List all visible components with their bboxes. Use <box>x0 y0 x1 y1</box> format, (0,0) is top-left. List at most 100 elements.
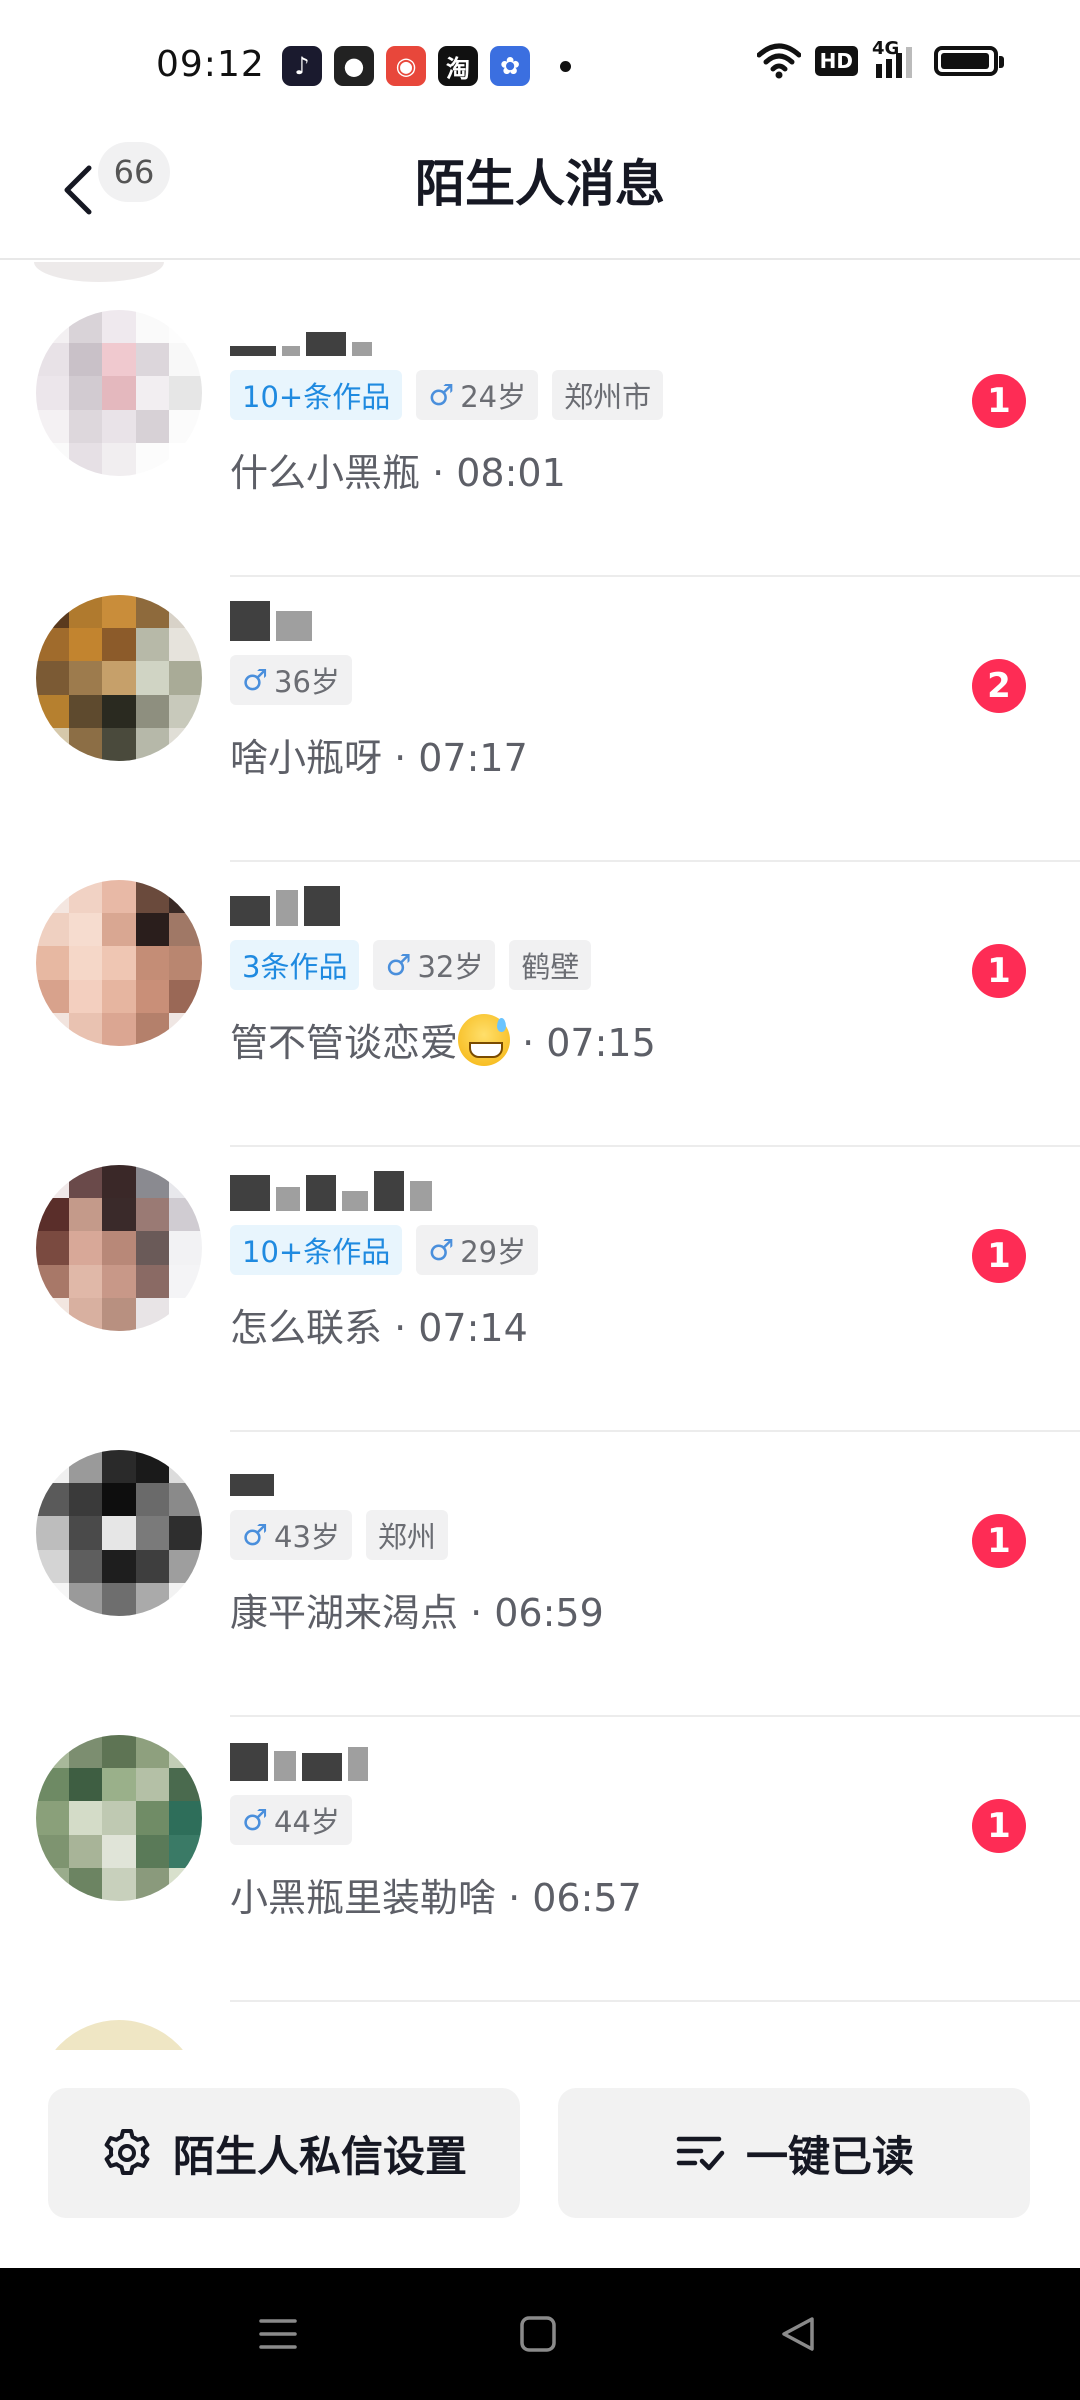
preview-text: 怎么联系 · 07:14 <box>230 1306 528 1350</box>
page-title: 陌生人消息 <box>415 155 665 213</box>
conversation-item[interactable]: ♂ 36岁啥小瓶呀 · 07:17 2 <box>0 577 1080 862</box>
message-preview: 小黑瓶里装勒啥 · 06:57 <box>230 1867 642 1922</box>
age-tag: ♂ 29岁 <box>416 1225 539 1275</box>
message-time: · 07:15 <box>510 1021 656 1065</box>
cellular-signal-icon: 4G <box>872 38 920 80</box>
tag-label: 郑州 <box>377 1520 436 1554</box>
read-all-label: 一键已读 <box>745 2131 914 2181</box>
partial-list-item <box>34 262 164 282</box>
conversation-item[interactable]: 3条作品 ♂ 32岁 鹤壁 管不管谈恋爱 · 07:15 1 <box>0 862 1080 1147</box>
unread-badge: 1 <box>972 1229 1026 1283</box>
tag-label: 10+条作品 <box>242 1235 391 1269</box>
preview-text: 小黑瓶里装勒啥 · 06:57 <box>230 1876 642 1920</box>
avatar[interactable] <box>36 1450 202 1616</box>
map-icon: ◉ <box>386 46 426 86</box>
menu-icon <box>259 2319 297 2349</box>
unread-badge: 2 <box>972 659 1026 713</box>
male-gender-icon: ♂ <box>385 948 412 982</box>
hd-badge: HD <box>814 46 858 76</box>
tag-label: 10+条作品 <box>242 380 391 414</box>
user-tags: ♂ 36岁 <box>230 655 352 705</box>
baidu-icon: ✿ <box>490 46 530 86</box>
wifi-icon <box>756 43 801 79</box>
gear-icon <box>104 2129 150 2175</box>
user-tags: 3条作品 ♂ 32岁 鹤壁 <box>230 940 592 990</box>
age-tag: ♂ 43岁 <box>230 1510 352 1560</box>
works-count-tag: 10+条作品 <box>230 1225 403 1275</box>
username-redacted[interactable] <box>230 1446 274 1496</box>
message-preview: 怎么联系 · 07:14 <box>230 1297 528 1352</box>
age-tag: ♂ 36岁 <box>230 655 352 705</box>
conversation-item[interactable]: ♂ 44岁小黑瓶里装勒啥 · 06:57 1 <box>0 1717 1080 2002</box>
stranger-dm-settings-button[interactable]: 陌生人私信设置 <box>48 2088 520 2218</box>
male-gender-icon: ♂ <box>428 378 455 412</box>
tag-label: 44岁 <box>274 1805 340 1839</box>
wechat-icon: ● <box>334 46 374 86</box>
message-preview: 康平湖来渴点 · 06:59 <box>230 1582 604 1637</box>
conversation-item[interactable]: ♂ 43岁 郑州康平湖来渴点 · 06:59 1 <box>0 1432 1080 1717</box>
back-nav-button[interactable] <box>770 2306 826 2362</box>
male-gender-icon: ♂ <box>242 1518 268 1552</box>
settings-label: 陌生人私信设置 <box>172 2131 467 2181</box>
tag-label: 24岁 <box>460 380 527 414</box>
menu-nav-button[interactable] <box>250 2306 306 2362</box>
preview-text: 啥小瓶呀 · 07:17 <box>230 736 528 780</box>
douyin-icon: ♪ <box>282 46 322 86</box>
message-preview: 啥小瓶呀 · 07:17 <box>230 727 528 782</box>
stranger-message-list[interactable]: 10+条作品 ♂ 24岁 郑州市 什么小黑瓶 · 08:01 1 ♂ 36岁 啥小瓶呀 · 07… <box>0 262 1080 2052</box>
home-nav-button[interactable] <box>510 2306 566 2362</box>
unread-badge: 1 <box>972 374 1026 428</box>
bottom-action-bar: 陌生人私信设置 一键已读 <box>0 2050 1080 2270</box>
user-tags: ♂ 44岁 <box>230 1795 352 1845</box>
grinning-sweat-emoji-icon <box>458 1014 511 1066</box>
taobao-icon: 淘 <box>438 46 478 86</box>
tag-label: 郑州市 <box>564 380 652 414</box>
preview-text: 什么小黑瓶 · 08:01 <box>230 451 566 495</box>
tag-label: 鹤壁 <box>521 950 580 984</box>
avatar[interactable] <box>36 2020 202 2052</box>
avatar[interactable] <box>36 880 202 1046</box>
age-tag: ♂ 24岁 <box>416 370 539 420</box>
system-navigation-bar <box>0 2268 1080 2400</box>
tag-label: 29岁 <box>460 1235 527 1269</box>
notification-dot <box>560 61 571 72</box>
male-gender-icon: ♂ <box>242 663 268 697</box>
tag-label: 3条作品 <box>242 950 348 984</box>
user-tags: ♂ 43岁 郑州 <box>230 1510 448 1560</box>
conversation-item[interactable]: 10+条作品 ♂ 29岁怎么联系 · 07:14 1 <box>0 1147 1080 1432</box>
works-count-tag: 10+条作品 <box>230 370 403 420</box>
city-tag: 郑州 <box>365 1510 448 1560</box>
list-check-icon <box>676 2136 725 2171</box>
preview-text: 管不管谈恋爱 <box>230 1021 459 1065</box>
username-redacted[interactable] <box>230 591 312 641</box>
city-tag: 鹤壁 <box>509 940 592 990</box>
male-gender-icon: ♂ <box>428 1233 455 1267</box>
avatar[interactable] <box>36 1735 202 1901</box>
conversation-item[interactable]: 10+条作品 ♂ 24岁 郑州市 什么小黑瓶 · 08:01 1 <box>0 292 1080 577</box>
username-redacted[interactable] <box>230 1161 432 1211</box>
unread-badge: 1 <box>972 1514 1026 1568</box>
avatar[interactable] <box>36 595 202 761</box>
user-tags: 10+条作品 ♂ 29岁 <box>230 1225 539 1275</box>
top-nav-bar: 66 陌生人消息 <box>0 120 1080 260</box>
status-indicators: HD 4G <box>756 38 1004 80</box>
avatar[interactable] <box>36 1165 202 1331</box>
username-redacted[interactable] <box>230 306 372 356</box>
triangle-back-icon <box>782 2317 814 2351</box>
city-tag: 郑州市 <box>552 370 664 420</box>
username-redacted[interactable] <box>230 1731 368 1781</box>
username-redacted[interactable] <box>230 876 340 926</box>
male-gender-icon: ♂ <box>242 1803 268 1837</box>
works-count-tag: 3条作品 <box>230 940 360 990</box>
avatar[interactable] <box>36 310 202 476</box>
status-bar: 09:12 ♪ ● ◉ 淘 ✿ HD 4G <box>0 0 1080 120</box>
tag-label: 32岁 <box>417 950 484 984</box>
mark-all-read-button[interactable]: 一键已读 <box>558 2088 1030 2218</box>
tag-label: 36岁 <box>274 665 340 699</box>
unread-badge: 1 <box>972 1799 1026 1853</box>
battery-icon <box>934 46 1004 76</box>
user-tags: 10+条作品 ♂ 24岁 郑州市 <box>230 370 664 420</box>
partial-list-item[interactable] <box>0 2002 1080 2052</box>
message-preview: 什么小黑瓶 · 08:01 <box>230 442 566 497</box>
home-square-icon <box>520 2316 556 2352</box>
